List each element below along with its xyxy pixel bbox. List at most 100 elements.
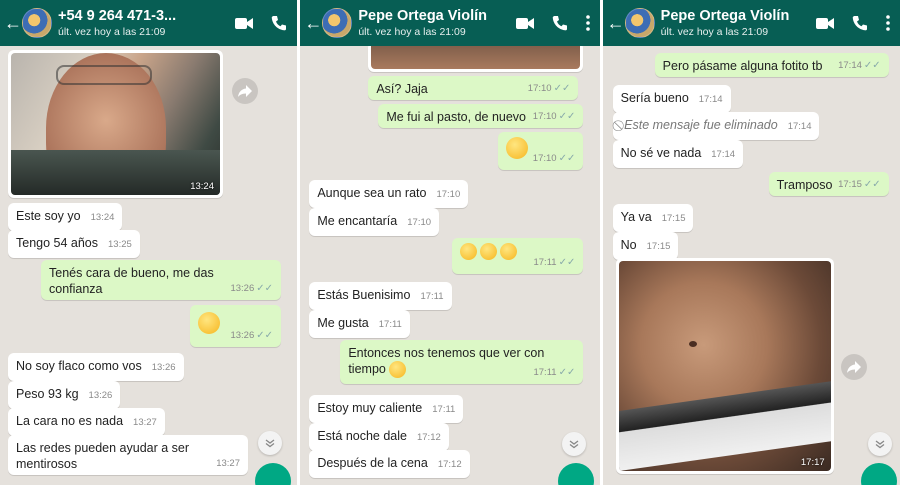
- outgoing-message[interactable]: Tramposo 17:15 ✓✓: [768, 172, 889, 196]
- message-time: 13:26: [88, 390, 113, 401]
- chat-panel-3: ← Pepe Ortega Violín últ. vez hoy a las …: [602, 0, 900, 485]
- message-time: 17:10: [527, 83, 552, 94]
- incoming-message[interactable]: Está noche dale 17:12: [309, 423, 449, 451]
- incoming-message[interactable]: Ya va 17:15: [612, 204, 694, 232]
- last-seen-status: últ. vez hoy a las 21:09: [358, 26, 466, 38]
- smiling-face-icon: [198, 312, 220, 334]
- outgoing-message[interactable]: Así? Jaja 17:10 ✓✓: [368, 76, 579, 100]
- send-button[interactable]: [255, 463, 291, 485]
- read-ticks-icon: ✓✓: [558, 153, 576, 164]
- message-time: 17:10: [436, 189, 461, 200]
- message-time: 13:25: [108, 239, 132, 250]
- read-ticks-icon: ✓✓: [553, 83, 571, 94]
- contact-info[interactable]: +54 9 264 471-3... últ. vez hoy a las 21…: [58, 8, 235, 38]
- message-time: 17:15: [838, 179, 862, 190]
- incoming-message[interactable]: Las redes pueden ayudar a ser mentirosos…: [8, 435, 248, 475]
- chat-panel-1: ← +54 9 264 471-3... últ. vez hoy a las …: [0, 0, 298, 485]
- photo-message[interactable]: [368, 42, 584, 72]
- forward-icon[interactable]: [840, 354, 867, 380]
- photo-message[interactable]: 13:24: [8, 50, 223, 198]
- message-text: No: [620, 238, 637, 252]
- incoming-message[interactable]: Sería bueno 17:14: [612, 85, 731, 113]
- message-time: 13:26: [230, 283, 255, 294]
- message-list[interactable]: 13:24 Este soy yo 13:24 Tengo 54 años 13:2…: [0, 46, 297, 485]
- avatar[interactable]: [624, 8, 655, 38]
- photo-timestamp: 17:17: [800, 457, 825, 468]
- message-time: 13:27: [133, 417, 157, 428]
- scroll-down-button[interactable]: [562, 432, 587, 456]
- phone-call-icon[interactable]: [552, 15, 568, 31]
- scroll-down-button[interactable]: [867, 432, 892, 456]
- message-time: 17:12: [416, 432, 441, 443]
- video-call-icon[interactable]: [515, 17, 534, 30]
- message-time: 17:10: [532, 153, 557, 164]
- read-ticks-icon: ✓✓: [558, 111, 576, 122]
- contact-info[interactable]: Pepe Ortega Violín últ. vez hoy a las 21…: [358, 8, 515, 38]
- outgoing-message[interactable]: Me fui al pasto, de nuevo 17:10 ✓✓: [378, 104, 584, 128]
- incoming-message[interactable]: Después de la cena 17:12: [309, 450, 470, 478]
- back-arrow-icon[interactable]: ←: [304, 14, 322, 32]
- incoming-message[interactable]: La cara no es nada 13:27: [8, 408, 165, 436]
- outgoing-message[interactable]: Entonces nos tenemos que ver con tiempo …: [340, 340, 584, 384]
- message-time: 13:26: [230, 330, 255, 341]
- incoming-message[interactable]: No 17:15: [612, 232, 679, 260]
- message-text: Me gusta: [317, 316, 369, 330]
- read-ticks-icon: ✓✓: [863, 179, 881, 190]
- outgoing-emoji-message[interactable]: 17:10 ✓✓: [498, 132, 584, 170]
- message-text: Tengo 54 años: [16, 236, 99, 250]
- incoming-message[interactable]: Tengo 54 años 13:25: [8, 230, 140, 258]
- message-text: Tramposo: [776, 178, 833, 192]
- message-time: 17:14: [787, 121, 812, 132]
- phone-call-icon[interactable]: [271, 15, 287, 31]
- chat-header: ← Pepe Ortega Violín últ. vez hoy a las …: [300, 0, 600, 46]
- incoming-message[interactable]: Estás Buenisimo 17:11: [309, 282, 452, 310]
- more-options-icon[interactable]: [886, 15, 890, 31]
- last-seen-status: últ. vez hoy a las 21:09: [58, 26, 166, 38]
- photo-timestamp: 13:24: [190, 181, 214, 192]
- incoming-message[interactable]: Me gusta 17:11: [309, 310, 410, 338]
- back-arrow-icon[interactable]: ←: [4, 14, 22, 32]
- outgoing-message[interactable]: Tenés cara de bueno, me das confianza 13…: [41, 260, 281, 300]
- send-button[interactable]: [860, 463, 897, 485]
- incoming-message[interactable]: No sé ve nada 17:14: [612, 140, 744, 168]
- deleted-message[interactable]: ⃠ Este mensaje fue eliminado17:14: [612, 112, 820, 140]
- incoming-message[interactable]: Estoy muy caliente 17:11: [309, 395, 464, 423]
- message-time: 17:14: [838, 60, 862, 71]
- incoming-message[interactable]: Aunque sea un rato 17:10: [309, 180, 469, 208]
- contact-name: +54 9 264 471-3...: [58, 8, 177, 24]
- read-ticks-icon: ✓✓: [558, 367, 576, 378]
- outgoing-message[interactable]: Pero pásame alguna fotito tb 17:14 ✓✓: [654, 53, 889, 77]
- scroll-down-button[interactable]: [258, 431, 282, 455]
- message-text: Tenés cara de bueno, me das confianza: [49, 266, 214, 296]
- incoming-message[interactable]: Peso 93 kg 13:26: [8, 381, 121, 409]
- outgoing-emoji-message[interactable]: 17:11 ✓✓: [452, 238, 584, 274]
- video-call-icon[interactable]: [815, 17, 834, 30]
- avatar[interactable]: [322, 8, 353, 38]
- blushing-face-icon: [506, 137, 529, 159]
- message-text: No sé ve nada: [620, 146, 702, 160]
- more-options-icon[interactable]: [585, 15, 590, 31]
- avatar[interactable]: [22, 8, 52, 38]
- message-list[interactable]: Pero pásame alguna fotito tb 17:14 ✓✓ Ser…: [603, 46, 900, 485]
- relieved-faces-icon: [460, 243, 518, 261]
- message-time: 17:12: [437, 459, 462, 470]
- message-text: Después de la cena: [317, 456, 428, 470]
- chat-header: ← Pepe Ortega Violín últ. vez hoy a las …: [602, 0, 900, 46]
- video-call-icon[interactable]: [235, 17, 254, 30]
- back-arrow-icon[interactable]: ←: [607, 14, 625, 32]
- photo-message[interactable]: 17:17: [615, 258, 834, 474]
- forward-icon[interactable]: [232, 78, 258, 104]
- incoming-message[interactable]: Este soy yo 13:24: [8, 203, 123, 231]
- message-time: 17:10: [532, 111, 557, 122]
- send-button[interactable]: [558, 463, 595, 485]
- incoming-message[interactable]: No soy flaco como vos 13:26: [8, 353, 184, 381]
- contact-info[interactable]: Pepe Ortega Violín últ. vez hoy a las 21…: [661, 8, 816, 38]
- outgoing-emoji-message[interactable]: 13:26 ✓✓: [190, 305, 281, 347]
- incoming-message[interactable]: Me encantaría 17:10: [309, 208, 440, 236]
- message-text: No soy flaco como vos: [16, 359, 142, 373]
- message-list[interactable]: Así? Jaja 17:10 ✓✓ Me fui al pasto, de nu…: [300, 42, 599, 485]
- phone-call-icon[interactable]: [852, 15, 868, 31]
- message-text: Este mensaje fue eliminado: [624, 118, 778, 132]
- message-text: Sería bueno: [620, 91, 689, 105]
- message-time: 13:26: [151, 362, 176, 373]
